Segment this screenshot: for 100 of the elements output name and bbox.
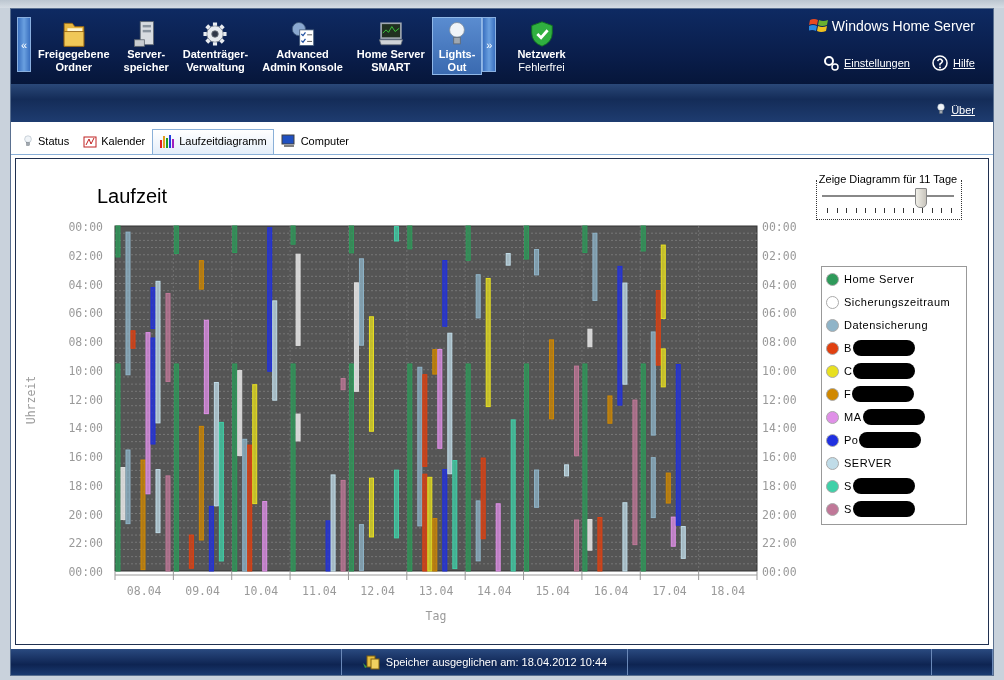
- tab[interactable]: Computer: [273, 129, 356, 154]
- y-axis-label: 22:00: [762, 536, 797, 551]
- nav-button[interactable]: Server- speicher: [116, 17, 176, 75]
- x-axis-label: 17.04: [652, 584, 687, 598]
- uptime-bar: [650, 457, 656, 519]
- legend-label: F: [844, 388, 852, 400]
- drives-icon: [361, 654, 380, 670]
- uptime-bar: [607, 395, 613, 424]
- uptime-bar: [393, 226, 399, 242]
- legend-label: Sicherungszeitraum: [844, 296, 951, 308]
- computer-icon: [280, 134, 297, 148]
- y-axis-label: 04:00: [762, 277, 797, 292]
- y-axis-label: 14:00: [68, 421, 103, 436]
- nav-button[interactable]: Advanced Admin Konsole: [255, 17, 350, 75]
- y-axis-label: 16:00: [68, 450, 103, 464]
- y-axis-label: 10:00: [762, 363, 797, 378]
- slider-thumb[interactable]: [914, 188, 927, 208]
- nav-button[interactable]: Datenträger- Verwaltung: [175, 17, 256, 75]
- y-axis-label: 02:00: [762, 248, 797, 263]
- uptime-bar: [262, 501, 268, 572]
- legend-label: Po: [844, 434, 859, 446]
- uptime-bar: [587, 328, 593, 348]
- legend-label: Home Server: [844, 273, 915, 285]
- calendar-icon: [83, 134, 98, 148]
- y-axis-label: 22:00: [68, 536, 103, 551]
- light-bulb-icon: [22, 134, 34, 148]
- y-axis-label: 06:00: [68, 306, 103, 321]
- uptime-bar: [393, 469, 399, 539]
- uptime-bar: [582, 225, 588, 253]
- y-axis-label: 00:00: [762, 565, 797, 579]
- legend-label: Datensicherung: [844, 319, 929, 331]
- uptime-bar: [564, 464, 570, 477]
- uptime-bar: [188, 534, 194, 569]
- nav-button[interactable]: Lights- Out: [431, 17, 483, 75]
- brand-name: Windows Home Server: [831, 18, 975, 34]
- uptime-bar: [495, 503, 501, 572]
- y-axis-label: 08:00: [762, 335, 797, 349]
- x-axis-label: 13.04: [418, 584, 454, 598]
- legend-label: SERVER: [844, 457, 893, 469]
- y-axis-label: 16:00: [762, 450, 797, 464]
- tab[interactable]: Status: [15, 129, 77, 154]
- uptime-bar: [115, 225, 121, 258]
- y-axis-label: 18:00: [68, 478, 103, 493]
- header-link[interactable]: Hilfe: [953, 57, 975, 69]
- y-axis-title: Uhrzeit: [24, 375, 38, 425]
- y-axis-label: 06:00: [762, 306, 797, 321]
- uptime-bar: [592, 232, 598, 301]
- x-axis-label: 18.04: [710, 584, 746, 598]
- windows-logo-icon: [808, 17, 829, 35]
- uptime-bar: [640, 225, 646, 252]
- y-axis-label: 12:00: [68, 392, 103, 407]
- header-link[interactable]: Einstellungen: [843, 57, 910, 69]
- uptime-bar: [290, 225, 296, 245]
- y-axis-label: 00:00: [68, 220, 103, 234]
- x-axis-label: 09.04: [185, 584, 220, 598]
- help-icon: [932, 55, 948, 71]
- status-text: Speicher ausgeglichen am: 18.04.2012 10:44: [385, 656, 608, 668]
- y-axis-label: 08:00: [68, 335, 103, 349]
- legend-label: S: [844, 503, 852, 515]
- legend-label: B: [844, 342, 852, 354]
- uptime-bar: [475, 274, 481, 319]
- uptime-bar: [622, 502, 628, 572]
- uptime-bar: [348, 225, 354, 254]
- y-axis-label: 00:00: [68, 565, 103, 579]
- bar-chart-icon: [159, 134, 176, 148]
- uptime-bar: [173, 225, 179, 255]
- nav-button[interactable]: Freigegebene Ordner: [31, 17, 117, 75]
- slider-label: Zeige Diagramm für 11 Tage: [817, 173, 959, 185]
- light-bulb-icon: [935, 102, 948, 116]
- uptime-bar: [534, 249, 540, 276]
- x-axis-label: 14.04: [477, 584, 512, 598]
- y-axis-label: 04:00: [68, 277, 103, 292]
- uptime-bar: [442, 260, 448, 327]
- y-axis-label: 14:00: [762, 421, 797, 436]
- y-axis-label: 02:00: [68, 248, 103, 263]
- x-axis-label: 16.04: [593, 584, 629, 598]
- legend-label: C: [844, 365, 853, 377]
- network-status-button[interactable]: Netzwerk Fehlerfrei: [510, 17, 573, 75]
- x-axis-label: 10.04: [243, 584, 279, 598]
- chart-title: Laufzeit: [97, 185, 169, 209]
- uptime-bar: [340, 378, 346, 391]
- x-axis-label: 08.04: [126, 584, 162, 598]
- nav-button[interactable]: Home Server SMART: [349, 17, 432, 75]
- x-axis-label: 11.04: [301, 584, 337, 598]
- uptime-bar: [407, 225, 413, 250]
- about-link[interactable]: Über: [951, 104, 975, 116]
- uptime-bar: [574, 519, 580, 572]
- tab[interactable]: Laufzeitdiagramm: [152, 129, 274, 154]
- y-axis-label: 20:00: [68, 507, 103, 522]
- y-axis-label: 18:00: [762, 478, 797, 493]
- settings-icon: [822, 55, 839, 71]
- x-axis-title: Tag: [425, 609, 447, 623]
- y-axis-label: 12:00: [762, 392, 797, 407]
- x-axis-label: 15.04: [535, 584, 571, 598]
- uptime-bar: [505, 253, 511, 266]
- legend-label: MA: [844, 411, 862, 423]
- uptime-bar: [597, 517, 603, 572]
- uptime-bar: [534, 469, 540, 508]
- tab[interactable]: Kalender: [76, 129, 153, 154]
- uptime-bar: [665, 472, 671, 504]
